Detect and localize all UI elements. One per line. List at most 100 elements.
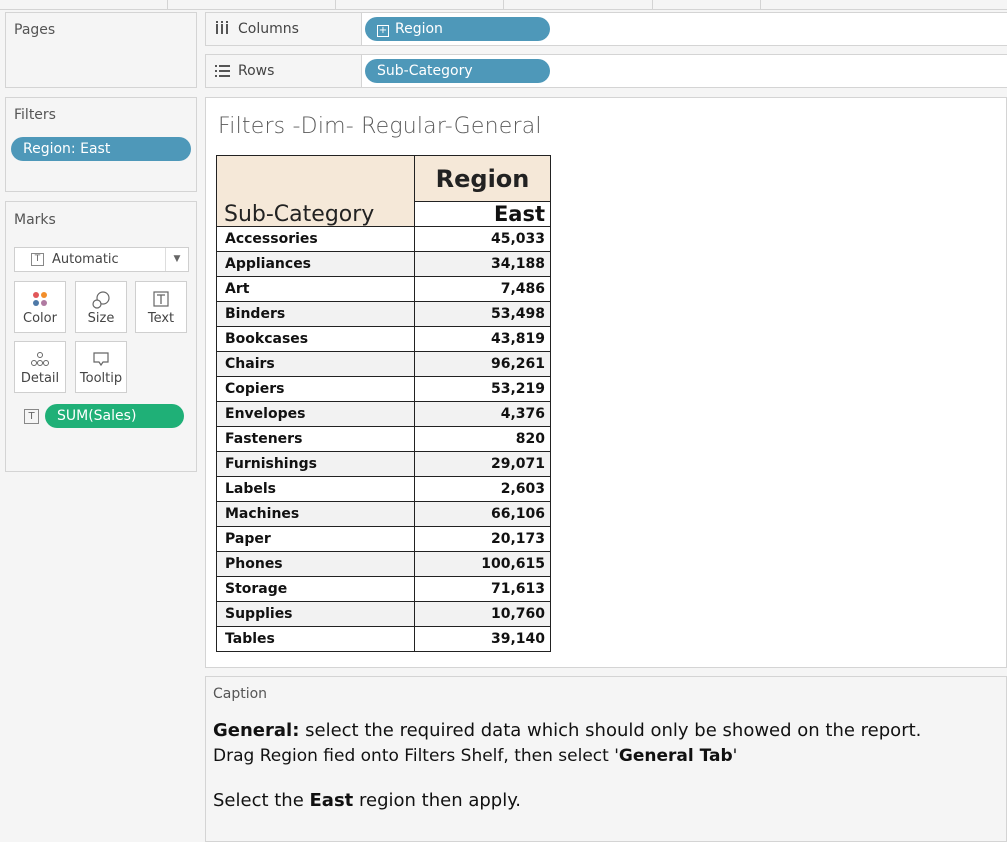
columns-pill-region[interactable]: + Region bbox=[365, 17, 550, 41]
sales-value-cell[interactable]: 71,613 bbox=[414, 576, 551, 602]
marks-title: Marks bbox=[14, 212, 56, 228]
table-row[interactable]: Appliances 34,188 bbox=[216, 251, 551, 277]
sub-category-cell[interactable]: Tables bbox=[216, 626, 415, 652]
sales-value-cell[interactable]: 34,188 bbox=[414, 251, 551, 277]
sales-value-cell[interactable]: 20,173 bbox=[414, 526, 551, 552]
tooltip-label: Tooltip bbox=[79, 371, 123, 386]
table-row[interactable]: Machines 66,106 bbox=[216, 501, 551, 527]
sub-category-cell[interactable]: Fasteners bbox=[216, 426, 415, 452]
pages-title: Pages bbox=[14, 22, 56, 38]
caption-line-3: Select the East region then apply. bbox=[213, 790, 521, 811]
chevron-down-icon: ▼ bbox=[165, 248, 188, 271]
table-row[interactable]: Art 7,486 bbox=[216, 276, 551, 302]
sub-category-cell[interactable]: Art bbox=[216, 276, 415, 302]
filter-pill-label: Region: East bbox=[23, 141, 111, 157]
sales-value-cell[interactable]: 100,615 bbox=[414, 551, 551, 577]
sales-value-cell[interactable]: 53,498 bbox=[414, 301, 551, 327]
table-row[interactable]: Envelopes 4,376 bbox=[216, 401, 551, 427]
sales-value-cell[interactable]: 45,033 bbox=[414, 226, 551, 252]
columns-label: Columns bbox=[238, 21, 299, 37]
table-row[interactable]: Bookcases 43,819 bbox=[216, 326, 551, 352]
table-row[interactable]: Copiers 53,219 bbox=[216, 376, 551, 402]
sales-value-cell[interactable]: 53,219 bbox=[414, 376, 551, 402]
worksheet-title: Filters -Dim- Regular-General bbox=[218, 114, 542, 139]
sub-category-cell[interactable]: Furnishings bbox=[216, 451, 415, 477]
detail-button[interactable]: Detail bbox=[14, 341, 66, 393]
table-row[interactable]: Labels 2,603 bbox=[216, 476, 551, 502]
row-header-sub-category[interactable]: Sub-Category bbox=[216, 155, 415, 227]
text-button[interactable]: Text bbox=[135, 281, 187, 333]
text-encoding-icon: T bbox=[24, 409, 39, 424]
filters-panel[interactable]: Filters Region: East bbox=[5, 97, 197, 192]
text-icon bbox=[136, 290, 186, 308]
color-label: Color bbox=[23, 311, 57, 326]
filter-pill-region[interactable]: Region: East bbox=[11, 137, 191, 161]
columns-icon bbox=[216, 21, 228, 34]
rows-pill-sub-category[interactable]: Sub-Category bbox=[365, 59, 550, 83]
sub-category-cell[interactable]: Bookcases bbox=[216, 326, 415, 352]
table-row[interactable]: Tables 39,140 bbox=[216, 626, 551, 652]
sub-category-cell[interactable]: Accessories bbox=[216, 226, 415, 252]
caption-line-2-end: ' bbox=[732, 746, 738, 766]
sales-value-cell[interactable]: 39,140 bbox=[414, 626, 551, 652]
sub-category-cell[interactable]: Phones bbox=[216, 551, 415, 577]
sales-value-cell[interactable]: 43,819 bbox=[414, 326, 551, 352]
table-row[interactable]: Storage 71,613 bbox=[216, 576, 551, 602]
table-row[interactable]: Fasteners 820 bbox=[216, 426, 551, 452]
caption-title: Caption bbox=[213, 686, 268, 702]
sales-value-cell[interactable]: 66,106 bbox=[414, 501, 551, 527]
caption-line-2: Drag Region fied onto Filters Shelf, the… bbox=[213, 746, 737, 766]
pages-panel[interactable]: Pages bbox=[5, 12, 197, 88]
filters-title: Filters bbox=[14, 107, 56, 123]
columns-pill-label: Region bbox=[395, 21, 443, 37]
sub-category-cell[interactable]: Machines bbox=[216, 501, 415, 527]
size-label: Size bbox=[87, 311, 115, 326]
tooltip-icon bbox=[76, 350, 126, 368]
sub-category-cell[interactable]: Appliances bbox=[216, 251, 415, 277]
table-row[interactable]: Phones 100,615 bbox=[216, 551, 551, 577]
sub-category-cell[interactable]: Labels bbox=[216, 476, 415, 502]
sales-value-cell[interactable]: 29,071 bbox=[414, 451, 551, 477]
sub-category-cell[interactable]: Storage bbox=[216, 576, 415, 602]
sales-value-cell[interactable]: 10,760 bbox=[414, 601, 551, 627]
sub-category-cell[interactable]: Binders bbox=[216, 301, 415, 327]
rows-shelf[interactable]: Rows Sub-Category bbox=[205, 54, 1007, 88]
caption-line-1: General: select the required data which … bbox=[213, 720, 921, 741]
mark-type-dropdown[interactable]: T Automatic ▼ bbox=[14, 247, 189, 272]
crosstab-table[interactable]: Sub-Category Region East Accessories 45,0… bbox=[216, 155, 551, 652]
top-toolbar-strip bbox=[0, 0, 1007, 10]
sales-value-cell[interactable]: 820 bbox=[414, 426, 551, 452]
tooltip-button[interactable]: Tooltip bbox=[75, 341, 127, 393]
color-button[interactable]: Color bbox=[14, 281, 66, 333]
sub-category-cell[interactable]: Paper bbox=[216, 526, 415, 552]
sub-category-cell[interactable]: Copiers bbox=[216, 376, 415, 402]
columns-shelf[interactable]: Columns + Region bbox=[205, 12, 1007, 46]
column-value-east[interactable]: East bbox=[414, 201, 551, 227]
rows-label: Rows bbox=[238, 63, 275, 79]
measure-pill-sum-sales[interactable]: SUM(Sales) bbox=[45, 404, 184, 428]
sub-category-cell[interactable]: Envelopes bbox=[216, 401, 415, 427]
table-row[interactable]: Paper 20,173 bbox=[216, 526, 551, 552]
table-row[interactable]: Supplies 10,760 bbox=[216, 601, 551, 627]
column-value-label: East bbox=[493, 202, 545, 226]
caption-line-3-start: Select the bbox=[213, 790, 310, 811]
sales-value-cell[interactable]: 96,261 bbox=[414, 351, 551, 377]
size-button[interactable]: Size bbox=[75, 281, 127, 333]
marks-panel[interactable]: Marks T Automatic ▼ Color Size Text Deta… bbox=[5, 201, 197, 472]
plus-box-icon: + bbox=[377, 25, 389, 37]
sales-value-cell[interactable]: 4,376 bbox=[414, 401, 551, 427]
table-row[interactable]: Accessories 45,033 bbox=[216, 226, 551, 252]
sub-category-cell[interactable]: Supplies bbox=[216, 601, 415, 627]
column-header-region[interactable]: Region bbox=[414, 155, 551, 202]
table-row[interactable]: Chairs 96,261 bbox=[216, 351, 551, 377]
sub-category-cell[interactable]: Chairs bbox=[216, 351, 415, 377]
sales-value-cell[interactable]: 7,486 bbox=[414, 276, 551, 302]
table-row[interactable]: Furnishings 29,071 bbox=[216, 451, 551, 477]
sales-value-cell[interactable]: 2,603 bbox=[414, 476, 551, 502]
caption-line-3-bold: East bbox=[309, 790, 354, 811]
caption-line-2-bold: General Tab bbox=[618, 746, 733, 766]
table-row[interactable]: Binders 53,498 bbox=[216, 301, 551, 327]
detail-label: Detail bbox=[20, 371, 60, 386]
caption-line-1-text: select the required data which should on… bbox=[299, 720, 922, 741]
text-mark-icon: T bbox=[31, 253, 44, 266]
